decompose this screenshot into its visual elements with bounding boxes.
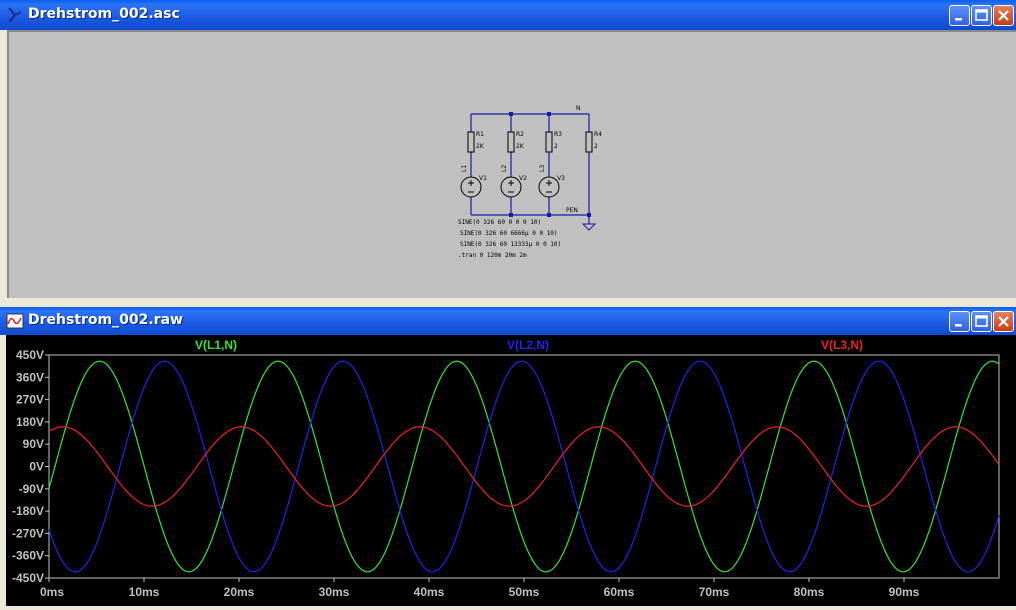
net-pen-label: PEN <box>566 207 578 214</box>
close-button[interactable] <box>993 5 1014 26</box>
r3-value: 2 <box>554 143 558 150</box>
schematic-canvas[interactable]: R1 2K R2 2K R3 2 R4 2 V1 V2 V3 L1 L2 L3 … <box>7 30 1016 298</box>
maximize-icon <box>975 315 988 327</box>
net-l1-label: L1 <box>461 165 468 172</box>
y-tick-label: 180V <box>16 415 44 429</box>
v2-ref: V2 <box>519 175 527 182</box>
resistor-r4[interactable] <box>585 131 593 153</box>
maximize-button[interactable] <box>971 311 992 332</box>
trace-title-v-l2-n[interactable]: V(L2,N) <box>507 338 549 352</box>
schematic-window-title: Drehstrom_002.asc <box>28 6 180 22</box>
close-icon <box>998 316 1009 327</box>
resistor-r2[interactable] <box>507 131 515 153</box>
x-tick-label: 70ms <box>699 585 730 599</box>
r1-value: 2K <box>476 143 485 150</box>
waveform-window-title: Drehstrom_002.raw <box>28 312 183 328</box>
ground-icon <box>581 223 597 231</box>
ltspice-schematic-icon <box>8 7 22 23</box>
y-tick-label: 270V <box>16 393 44 407</box>
x-tick-label: 60ms <box>604 585 635 599</box>
plot-frame <box>48 354 1000 579</box>
x-tick-label: 30ms <box>319 585 350 599</box>
x-tick-label: 10ms <box>129 585 160 599</box>
minimize-button[interactable] <box>949 311 970 332</box>
waveform-titlebar[interactable]: Drehstrom_002.raw <box>0 307 1016 335</box>
y-tick-label: -450V <box>12 571 44 585</box>
r1-ref: R1 <box>476 131 484 138</box>
y-tick-label: -180V <box>12 504 44 518</box>
waveform-icon <box>6 313 24 329</box>
resistor-r3[interactable] <box>545 131 553 153</box>
y-tick-label: 360V <box>16 370 44 384</box>
x-tick-label: 90ms <box>889 585 920 599</box>
close-button[interactable] <box>993 311 1014 332</box>
close-icon <box>998 10 1009 21</box>
y-tick-label: 90V <box>23 437 44 451</box>
circuit-diagram[interactable]: R1 2K R2 2K R3 2 R4 2 V1 V2 V3 L1 L2 L3 … <box>9 32 1016 298</box>
v1-ref: V1 <box>479 175 487 182</box>
minimize-button[interactable] <box>949 5 970 26</box>
trace-title-v-l3-n[interactable]: V(L3,N) <box>821 338 863 352</box>
minimize-icon <box>955 18 962 21</box>
net-l2-label: L2 <box>501 165 508 172</box>
net-n-label: N <box>576 105 581 112</box>
net-l3-label: L3 <box>539 165 546 172</box>
trace-title-v-l1-n[interactable]: V(L1,N) <box>195 338 237 352</box>
y-tick-label: -90V <box>19 482 44 496</box>
x-tick-label: 0ms <box>40 585 64 599</box>
resistor-r1[interactable] <box>467 131 475 153</box>
v1-directive[interactable]: SINE(0 326 60 0 0 0 10) <box>458 219 541 226</box>
minimize-icon <box>955 324 962 327</box>
tran-directive[interactable]: .tran 0 120m 20m 2m <box>458 252 527 259</box>
x-tick-label: 40ms <box>414 585 445 599</box>
waveform-window: Drehstrom_002.raw 450V 360V 270V 180V 90V 0V -… <box>0 307 1016 606</box>
y-tick-label: 0V <box>29 460 44 474</box>
r4-value: 2 <box>594 143 598 150</box>
x-tick-label: 50ms <box>509 585 540 599</box>
r3-ref: R3 <box>554 131 562 138</box>
r2-ref: R2 <box>516 131 524 138</box>
r4-ref: R4 <box>594 131 602 138</box>
v3-directive[interactable]: SINE(0 326 60 13333µ 0 0 10) <box>460 241 561 248</box>
x-tick-label: 20ms <box>224 585 255 599</box>
maximize-button[interactable] <box>971 5 992 26</box>
r2-value: 2K <box>516 143 525 150</box>
y-tick-label: -360V <box>12 549 44 563</box>
waveform-plot-area[interactable]: 450V 360V 270V 180V 90V 0V -90V -180V -270V -360V… <box>6 335 1016 606</box>
schematic-window: Drehstrom_002.asc R1 2K R2 2K R3 2 R4 2 … <box>0 0 1016 300</box>
trace-line-v-l3-n[interactable] <box>48 426 1000 507</box>
y-tick-label: -270V <box>12 526 44 540</box>
waveform-chart[interactable]: 450V 360V 270V 180V 90V 0V -90V -180V -270V -360V… <box>6 335 1016 606</box>
maximize-icon <box>975 9 988 21</box>
schematic-titlebar[interactable]: Drehstrom_002.asc <box>0 0 1016 30</box>
v3-ref: V3 <box>557 175 565 182</box>
v2-directive[interactable]: SINE(0 326 60 6666µ 0 0 10) <box>460 230 558 237</box>
y-tick-label: 450V <box>16 348 44 362</box>
x-tick-label: 80ms <box>794 585 825 599</box>
